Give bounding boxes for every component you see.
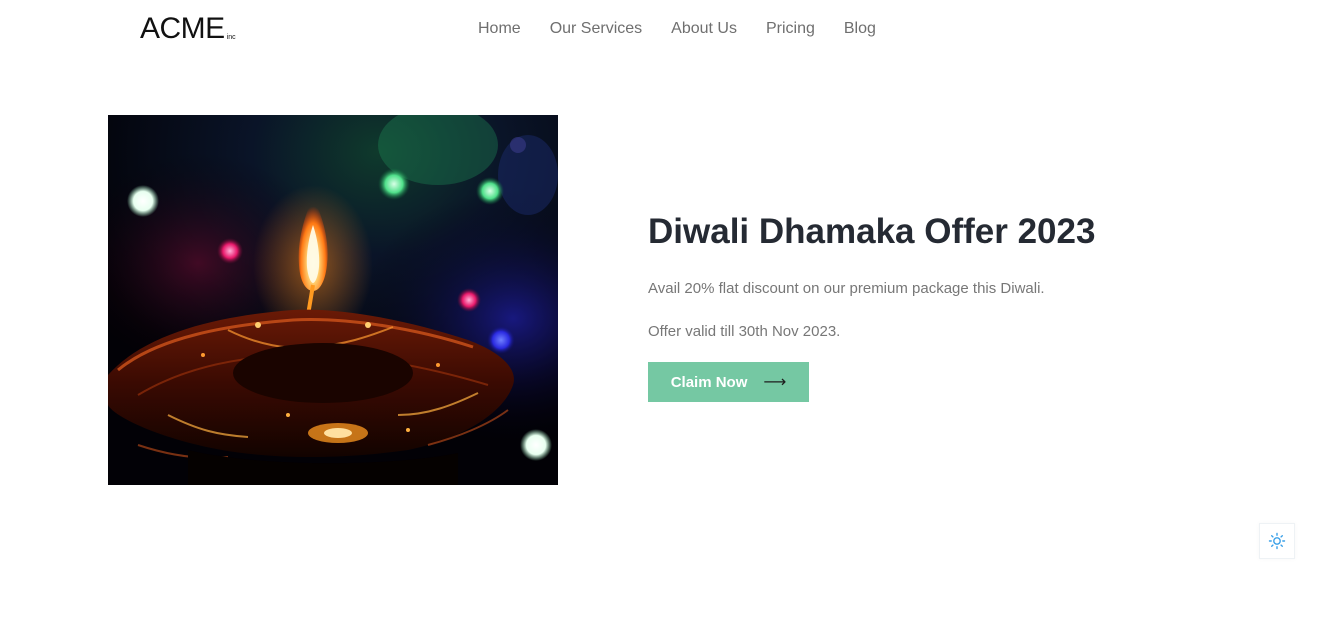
offer-title: Diwali Dhamaka Offer 2023 [648, 212, 1096, 251]
logo[interactable]: ACME inc [140, 12, 236, 46]
main-nav: Home Our Services About Us Pricing Blog [478, 18, 905, 40]
offer-description: Avail 20% flat discount on our premium p… [648, 280, 1045, 297]
hero-image [108, 115, 558, 485]
sun-icon [1268, 532, 1286, 550]
arrow-right-icon: ⟶ [763, 374, 787, 391]
nav-blog[interactable]: Blog [844, 18, 876, 40]
nav-our-services[interactable]: Our Services [550, 18, 642, 40]
logo-sub-text: inc [226, 34, 236, 41]
logo-main-text: ACME [140, 12, 225, 45]
nav-about-us[interactable]: About Us [671, 18, 737, 40]
nav-home[interactable]: Home [478, 18, 521, 40]
theme-toggle-button[interactable] [1259, 523, 1295, 559]
page: ACME inc Home Our Services About Us Pric… [0, 0, 1334, 621]
claim-now-label: Claim Now [670, 373, 748, 391]
claim-now-button[interactable]: Claim Now ⟶ [648, 362, 809, 402]
offer-validity: Offer valid till 30th Nov 2023. [648, 323, 841, 340]
nav-pricing[interactable]: Pricing [766, 18, 815, 40]
diya-illustration [108, 115, 558, 485]
